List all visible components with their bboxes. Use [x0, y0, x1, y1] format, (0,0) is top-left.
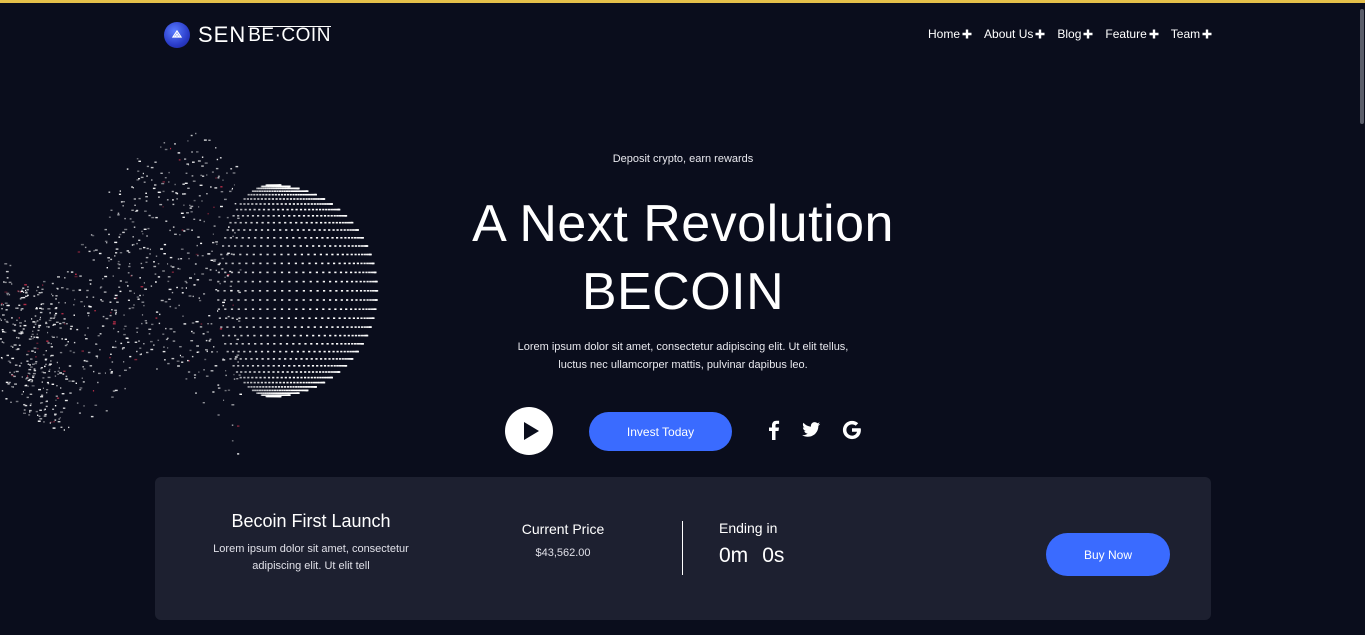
panel-divider	[682, 521, 683, 575]
nav-item-blog[interactable]: Blog	[1057, 27, 1093, 41]
hero-title-line2: BECOIN	[581, 263, 785, 321]
hero-kicker: Deposit crypto, earn rewards	[612, 153, 754, 165]
twitter-icon	[802, 422, 821, 437]
top-accent-bar	[0, 0, 1365, 3]
hero-description-line1: Lorem ipsum dolor sit amet, consectetur …	[517, 341, 849, 353]
google-icon	[842, 420, 861, 440]
google-link[interactable]	[841, 419, 863, 441]
nav-item-label: Team	[1170, 27, 1201, 41]
logo-mark-icon	[164, 22, 190, 48]
buy-now-button[interactable]: Buy Now	[1046, 533, 1170, 576]
twitter-link[interactable]	[800, 419, 822, 441]
play-video-button[interactable]	[505, 407, 553, 455]
nav-item-team[interactable]: Team	[1171, 27, 1212, 41]
brand-name-part2: BE·COIN	[248, 24, 331, 46]
launch-description-line1: Lorem ipsum dolor sit amet, consectetur	[213, 543, 409, 555]
nav-item-home[interactable]: Home	[928, 27, 972, 41]
hero-title: A Next Revolution BECOIN	[433, 190, 933, 326]
countdown-minutes: 0m	[719, 544, 749, 567]
current-price-label: Current Price	[521, 521, 605, 537]
hero-description: Lorem ipsum dolor sit amet, consectetur …	[483, 338, 883, 374]
play-icon	[523, 422, 539, 440]
ending-in-label: Ending in	[719, 520, 778, 536]
nav-item-label: Blog	[1057, 27, 1082, 41]
nav-item-label: Feature	[1105, 27, 1147, 41]
plus-icon	[1083, 29, 1093, 39]
nav-item-about-us[interactable]: About Us	[984, 27, 1045, 41]
countdown-timer: 0m 0s	[719, 544, 798, 568]
brand-name-part1: SEN	[198, 22, 247, 47]
launch-description-line2: adipiscing elit. Ut elit tell	[252, 560, 370, 572]
nav-item-label: Home	[928, 27, 961, 41]
hero-description-line2: luctus nec ullamcorper mattis, pulvinar …	[558, 359, 808, 371]
main-nav: Home About Us Blog Feature Team	[928, 26, 1212, 42]
scrollbar-track[interactable]	[1359, 3, 1365, 635]
facebook-link[interactable]	[763, 419, 785, 441]
scrollbar-thumb[interactable]	[1360, 9, 1364, 124]
nav-item-feature[interactable]: Feature	[1105, 27, 1159, 41]
brand-logo[interactable]: SEN BE·COIN	[164, 21, 331, 49]
hero-title-line1: A Next Revolution	[472, 195, 894, 253]
current-price-value: $43,562.00	[535, 547, 591, 559]
plus-icon	[962, 29, 972, 39]
launch-title: Becoin First Launch	[231, 511, 391, 531]
nav-item-label: About Us	[984, 27, 1034, 41]
plus-icon	[1149, 29, 1159, 39]
launch-description: Lorem ipsum dolor sit amet, consectetur …	[196, 541, 426, 575]
plus-icon	[1202, 29, 1212, 39]
countdown-seconds: 0s	[762, 544, 785, 567]
facebook-icon	[769, 420, 780, 440]
plus-icon	[1035, 29, 1045, 39]
invest-today-button[interactable]: Invest Today	[589, 412, 732, 451]
